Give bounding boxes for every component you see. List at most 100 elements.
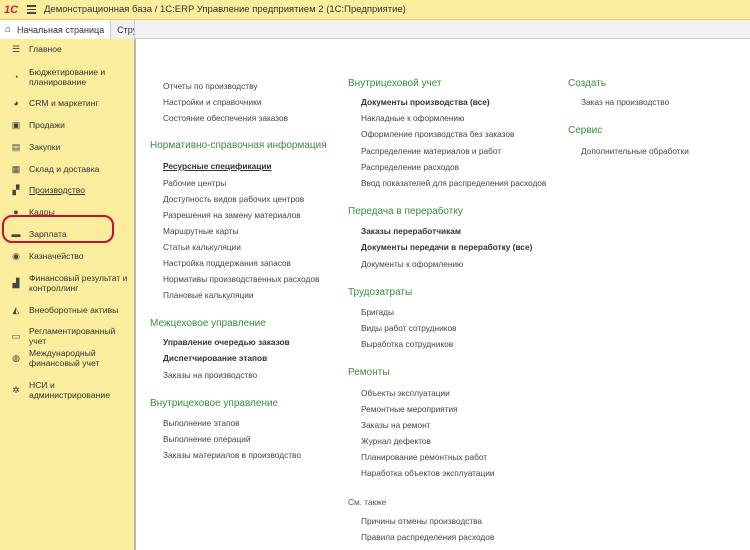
sidebar-item-label: Регламентированный учет	[29, 326, 116, 346]
budget-icon: ◔	[13, 72, 19, 82]
sidebar-item-label: CRM и маркетинг	[29, 98, 99, 108]
link-settings[interactable]: Настройки и справочники	[163, 97, 261, 107]
globe-icon: ◍	[12, 353, 20, 363]
sidebar-item-admin[interactable]: ✲ НСИ и администрирование	[0, 380, 134, 400]
sidebar-item-label: Финансовый результат и контроллинг	[29, 273, 128, 293]
sidebar-item-label: Закупки	[29, 142, 61, 152]
link-repair-planning[interactable]: Планирование ремонтных работ	[361, 452, 487, 462]
link-order-queue[interactable]: Управление очередью заказов	[163, 337, 290, 347]
sidebar-item-budgeting[interactable]: ◔ Бюджетирование и планирование	[0, 67, 134, 87]
bag-icon: ▣	[11, 120, 21, 130]
link-planned-costing[interactable]: Плановые калькуляции	[163, 290, 254, 300]
link-object-runtime[interactable]: Наработка объектов эксплуатации	[361, 468, 494, 478]
sidebar-item-label: Производство	[29, 185, 86, 195]
sections-sidebar: ☰ Главное ◔ Бюджетирование и планирование …	[0, 39, 136, 550]
sidebar-item-regulated-accounting[interactable]: ▭ Регламентированный учет	[0, 326, 134, 346]
link-teams[interactable]: Бригады	[361, 307, 394, 317]
link-production-orders[interactable]: Заказы на производство	[163, 370, 257, 380]
sidebar-item-warehouse[interactable]: ▦ Склад и доставка	[0, 164, 134, 174]
sidebar-item-sales[interactable]: ▣ Продажи	[0, 120, 134, 130]
link-subcontractor-orders[interactable]: Заказы переработчикам	[361, 226, 461, 236]
link-operation-execution[interactable]: Выполнение операций	[163, 434, 251, 444]
truck-icon: ◭	[12, 305, 20, 315]
sidebar-item-label: Казначейство	[29, 251, 84, 261]
link-material-orders[interactable]: Заказы материалов в производство	[163, 450, 301, 460]
app-logo: 1С	[4, 3, 19, 16]
gear-icon: ✲	[12, 385, 20, 395]
link-production-without-orders[interactable]: Оформление производства без заказов	[361, 129, 514, 139]
link-subcontract-transfer-docs[interactable]: Документы передачи в переработку (все)	[361, 242, 532, 252]
link-distribution-indicators[interactable]: Ввод показателей для распределения расхо…	[361, 178, 546, 188]
warehouse-icon: ▦	[11, 164, 21, 174]
sidebar-item-label: Главное	[29, 44, 62, 54]
link-cost-standards[interactable]: Нормативы производственных расходов	[163, 274, 319, 284]
link-stock-settings[interactable]: Настройка поддержания запасов	[163, 258, 291, 268]
link-create-production-order[interactable]: Заказ на производство	[581, 97, 669, 107]
window-title: Демонстрационная база / 1С:ERP Управлени…	[44, 4, 406, 15]
main-menu-icon[interactable]	[24, 5, 44, 14]
link-work-types[interactable]: Виды работ сотрудников	[361, 323, 456, 333]
section-title-nsi: Нормативно-справочная информация	[150, 140, 327, 151]
link-production-docs[interactable]: Документы производства (все)	[361, 97, 490, 107]
tabs-bar: ⌂ Начальная страница Струк	[0, 20, 750, 39]
link-invoices-to-process[interactable]: Накладные к оформлению	[361, 113, 464, 123]
link-cancel-reasons[interactable]: Причины отмены производства	[361, 516, 482, 526]
link-repair-orders[interactable]: Заказы на ремонт	[361, 420, 430, 430]
link-operation-objects[interactable]: Объекты эксплуатации	[361, 388, 450, 398]
link-work-centers[interactable]: Рабочие центры	[163, 178, 226, 188]
link-material-replacement[interactable]: Разрешения на замену материалов	[163, 210, 301, 220]
section-title-intradepartmental: Внутрицеховое управление	[150, 398, 279, 409]
section-title-interdepartmental: Межцеховое управление	[150, 318, 266, 329]
highlight-ellipse	[2, 215, 114, 243]
link-stage-dispatching[interactable]: Диспетчирование этапов	[163, 353, 267, 363]
sidebar-item-ifrs[interactable]: ◍ Международный финансовый учет	[0, 348, 134, 368]
sidebar-item-label: Продажи	[29, 120, 65, 130]
sidebar-item-label: Склад и доставка	[29, 164, 100, 174]
coin-icon: ◉	[12, 251, 20, 261]
pie-icon: ◕	[13, 98, 19, 108]
sidebar-item-main[interactable]: ☰ Главное	[0, 44, 134, 54]
section-title-intra-accounting: Внутрицеховой учет	[348, 78, 442, 89]
sidebar-item-purchases[interactable]: ▤ Закупки	[0, 142, 134, 152]
link-defect-log[interactable]: Журнал дефектов	[361, 436, 431, 446]
link-additional-processing[interactable]: Дополнительные обработки	[581, 146, 689, 156]
tab-home-label: Начальная страница	[17, 24, 105, 35]
sidebar-item-treasury[interactable]: ◉ Казначейство	[0, 251, 134, 261]
title-bar: 1С Демонстрационная база / 1С:ERP Управл…	[0, 0, 750, 20]
tab-home[interactable]: ⌂ Начальная страница	[0, 20, 112, 39]
section-title-repairs: Ремонты	[348, 367, 390, 378]
link-expense-distribution[interactable]: Распределение расходов	[361, 162, 459, 172]
sidebar-item-label: Внеоборотные активы	[29, 305, 119, 315]
sidebar-item-label: Бюджетирование и планирование	[29, 67, 106, 87]
sidebar-item-fixed-assets[interactable]: ◭ Внеоборотные активы	[0, 305, 134, 315]
document-icon: ▭	[11, 331, 21, 341]
tab-open-section[interactable]: Струк	[111, 20, 136, 39]
link-stage-execution[interactable]: Выполнение этапов	[163, 418, 239, 428]
sidebar-item-financial-result[interactable]: ▟ Финансовый результат и контроллинг	[0, 273, 134, 293]
factory-icon: ▞	[12, 185, 20, 195]
link-employee-output[interactable]: Выработка сотрудников	[361, 339, 453, 349]
sidebar-item-production[interactable]: ▞ Производство	[0, 185, 134, 195]
section-title-service: Сервис	[568, 125, 603, 136]
link-work-center-availability[interactable]: Доступность видов рабочих центров	[163, 194, 304, 204]
sidebar-item-label: Международный финансовый учет	[29, 348, 100, 368]
home-icon: ⌂	[5, 24, 12, 35]
sidebar-item-crm[interactable]: ◕ CRM и маркетинг	[0, 98, 134, 108]
link-resource-specs[interactable]: Ресурсные спецификации	[163, 161, 272, 171]
cart-icon: ▤	[11, 142, 21, 152]
link-costing-items[interactable]: Статьи калькуляции	[163, 242, 241, 252]
link-order-provision-state[interactable]: Состояние обеспечения заказов	[163, 113, 288, 123]
sidebar-item-label: НСИ и администрирование	[29, 380, 110, 400]
section-title-labor: Трудозатраты	[348, 287, 413, 298]
link-repair-activities[interactable]: Ремонтные мероприятия	[361, 404, 458, 414]
link-material-distribution[interactable]: Распределение материалов и работ	[361, 146, 501, 156]
section-title-create: Создать	[568, 78, 607, 89]
link-docs-to-process[interactable]: Документы к оформлению	[361, 259, 463, 269]
link-production-reports[interactable]: Отчеты по производству	[163, 81, 257, 91]
see-also-title: См. также	[348, 497, 387, 507]
chart-icon: ▟	[12, 278, 20, 288]
link-route-cards[interactable]: Маршрутные карты	[163, 226, 238, 236]
section-title-subcontracting: Передача в переработку	[348, 206, 463, 217]
tab-open-label: Струк	[117, 24, 134, 35]
link-expense-rules[interactable]: Правила распределения расходов	[361, 532, 494, 542]
